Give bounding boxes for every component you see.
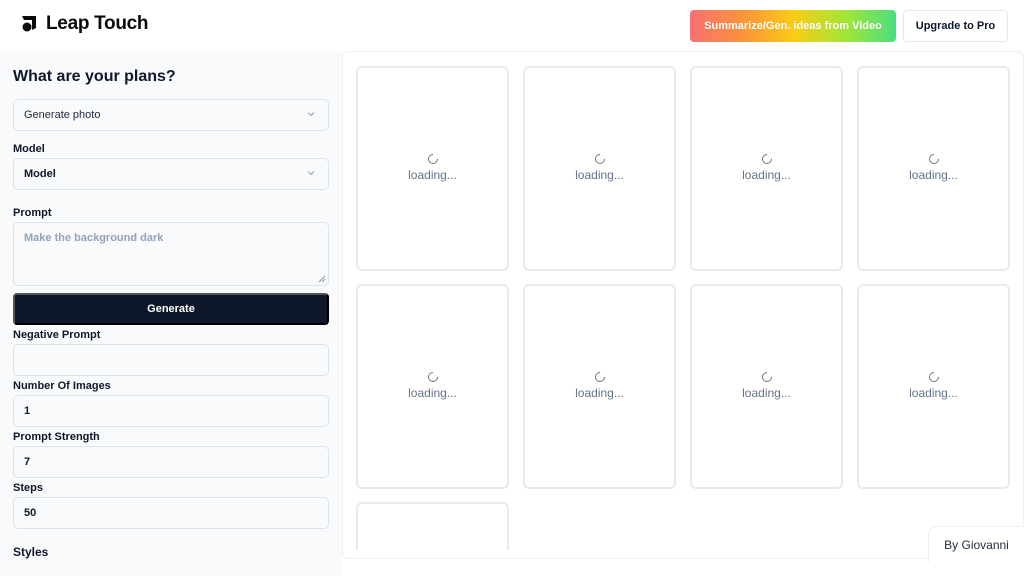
- loading-text: loading...: [742, 168, 791, 182]
- loading-text: loading...: [575, 386, 624, 400]
- loading-text: loading...: [575, 168, 624, 182]
- negative-prompt-input[interactable]: [13, 344, 329, 376]
- spinner-icon: [592, 369, 607, 385]
- plan-select[interactable]: Generate photo: [13, 99, 329, 131]
- prompt-strength-label: Prompt Strength: [13, 431, 100, 443]
- negative-prompt-label: Negative Prompt: [13, 329, 101, 341]
- model-select[interactable]: Model: [13, 158, 329, 190]
- author-byline[interactable]: By Giovanni: [928, 526, 1024, 562]
- spinner-icon: [759, 151, 774, 167]
- loading-text: loading...: [909, 168, 958, 182]
- loading-text: loading...: [408, 386, 457, 400]
- image-card[interactable]: loading...: [857, 284, 1010, 489]
- image-gallery: loading... loading... loading... loading…: [342, 51, 1024, 559]
- spinner-icon: [592, 151, 607, 167]
- image-card[interactable]: [356, 502, 509, 550]
- model-select-value: Model: [24, 168, 56, 180]
- image-card[interactable]: loading...: [690, 66, 843, 271]
- prompt-strength-input[interactable]: 7: [13, 446, 329, 478]
- chevron-down-icon: [307, 112, 315, 117]
- number-of-images-input[interactable]: 1: [13, 395, 329, 427]
- image-card[interactable]: loading...: [356, 284, 509, 489]
- spinner-icon: [926, 369, 941, 385]
- leap-logo-icon: [20, 15, 38, 33]
- plan-select-value: Generate photo: [24, 109, 101, 121]
- app-header: Leap Touch Summarize/Gen. ideas from Vid…: [0, 0, 1024, 51]
- image-card[interactable]: loading...: [523, 66, 676, 271]
- sidebar-title: What are your plans?: [13, 68, 176, 85]
- spinner-icon: [425, 369, 440, 385]
- image-card[interactable]: loading...: [523, 284, 676, 489]
- loading-text: loading...: [408, 168, 457, 182]
- loading-text: loading...: [742, 386, 791, 400]
- generate-button[interactable]: Generate: [13, 293, 329, 325]
- chevron-down-icon: [307, 171, 315, 176]
- prompt-label: Prompt: [13, 207, 52, 219]
- image-card[interactable]: loading...: [857, 66, 1010, 271]
- upgrade-to-pro-button[interactable]: Upgrade to Pro: [903, 10, 1008, 42]
- app-name: Leap Touch: [46, 13, 149, 34]
- spinner-icon: [759, 369, 774, 385]
- model-label: Model: [13, 143, 45, 155]
- image-card[interactable]: loading...: [690, 284, 843, 489]
- spinner-icon: [425, 151, 440, 167]
- resize-handle-icon[interactable]: [318, 275, 326, 283]
- loading-text: loading...: [909, 386, 958, 400]
- prompt-placeholder: Make the background dark: [24, 232, 164, 244]
- styles-heading: Styles: [13, 545, 49, 559]
- settings-sidebar: What are your plans? Generate photo Mode…: [0, 51, 342, 576]
- logo[interactable]: Leap Touch: [20, 13, 149, 35]
- prompt-textarea[interactable]: Make the background dark: [13, 222, 329, 286]
- steps-input[interactable]: 50: [13, 497, 329, 529]
- summarize-video-button[interactable]: Summarize/Gen. ideas from Video: [690, 10, 896, 42]
- image-card[interactable]: loading...: [356, 66, 509, 271]
- spinner-icon: [926, 151, 941, 167]
- steps-label: Steps: [13, 482, 43, 494]
- number-of-images-label: Number Of Images: [13, 380, 111, 392]
